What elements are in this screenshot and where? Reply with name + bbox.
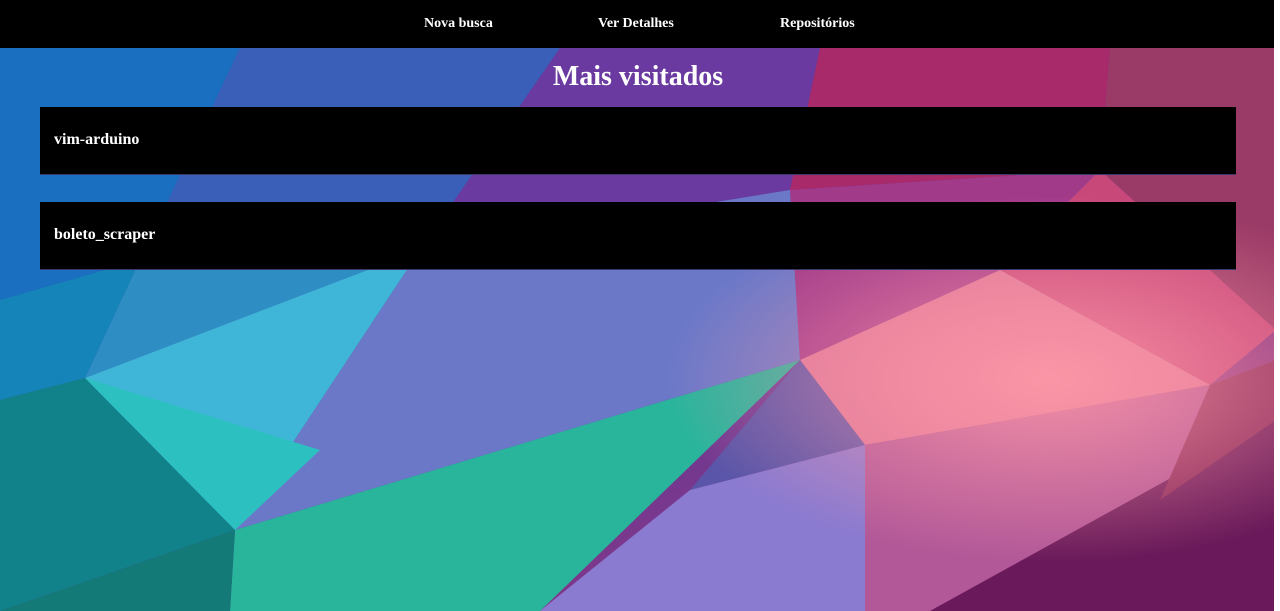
- repo-card[interactable]: boleto_scraper: [40, 202, 1236, 270]
- nav-nova-busca[interactable]: Nova busca: [424, 0, 493, 48]
- repo-card[interactable]: vim-arduino: [40, 107, 1236, 175]
- page-title: Mais visitados: [552, 61, 724, 92]
- top-navbar: Nova busca Ver Detalhes Repositórios: [0, 0, 1274, 48]
- nav-repositorios[interactable]: Repositórios: [780, 0, 855, 48]
- repo-name: vim-arduino: [54, 131, 140, 148]
- card-divider: [40, 174, 1236, 175]
- card-divider: [40, 269, 1236, 270]
- repo-name: boleto_scraper: [54, 226, 156, 243]
- nav-ver-detalhes[interactable]: Ver Detalhes: [598, 0, 674, 48]
- page-scrollbar[interactable]: [1274, 0, 1280, 611]
